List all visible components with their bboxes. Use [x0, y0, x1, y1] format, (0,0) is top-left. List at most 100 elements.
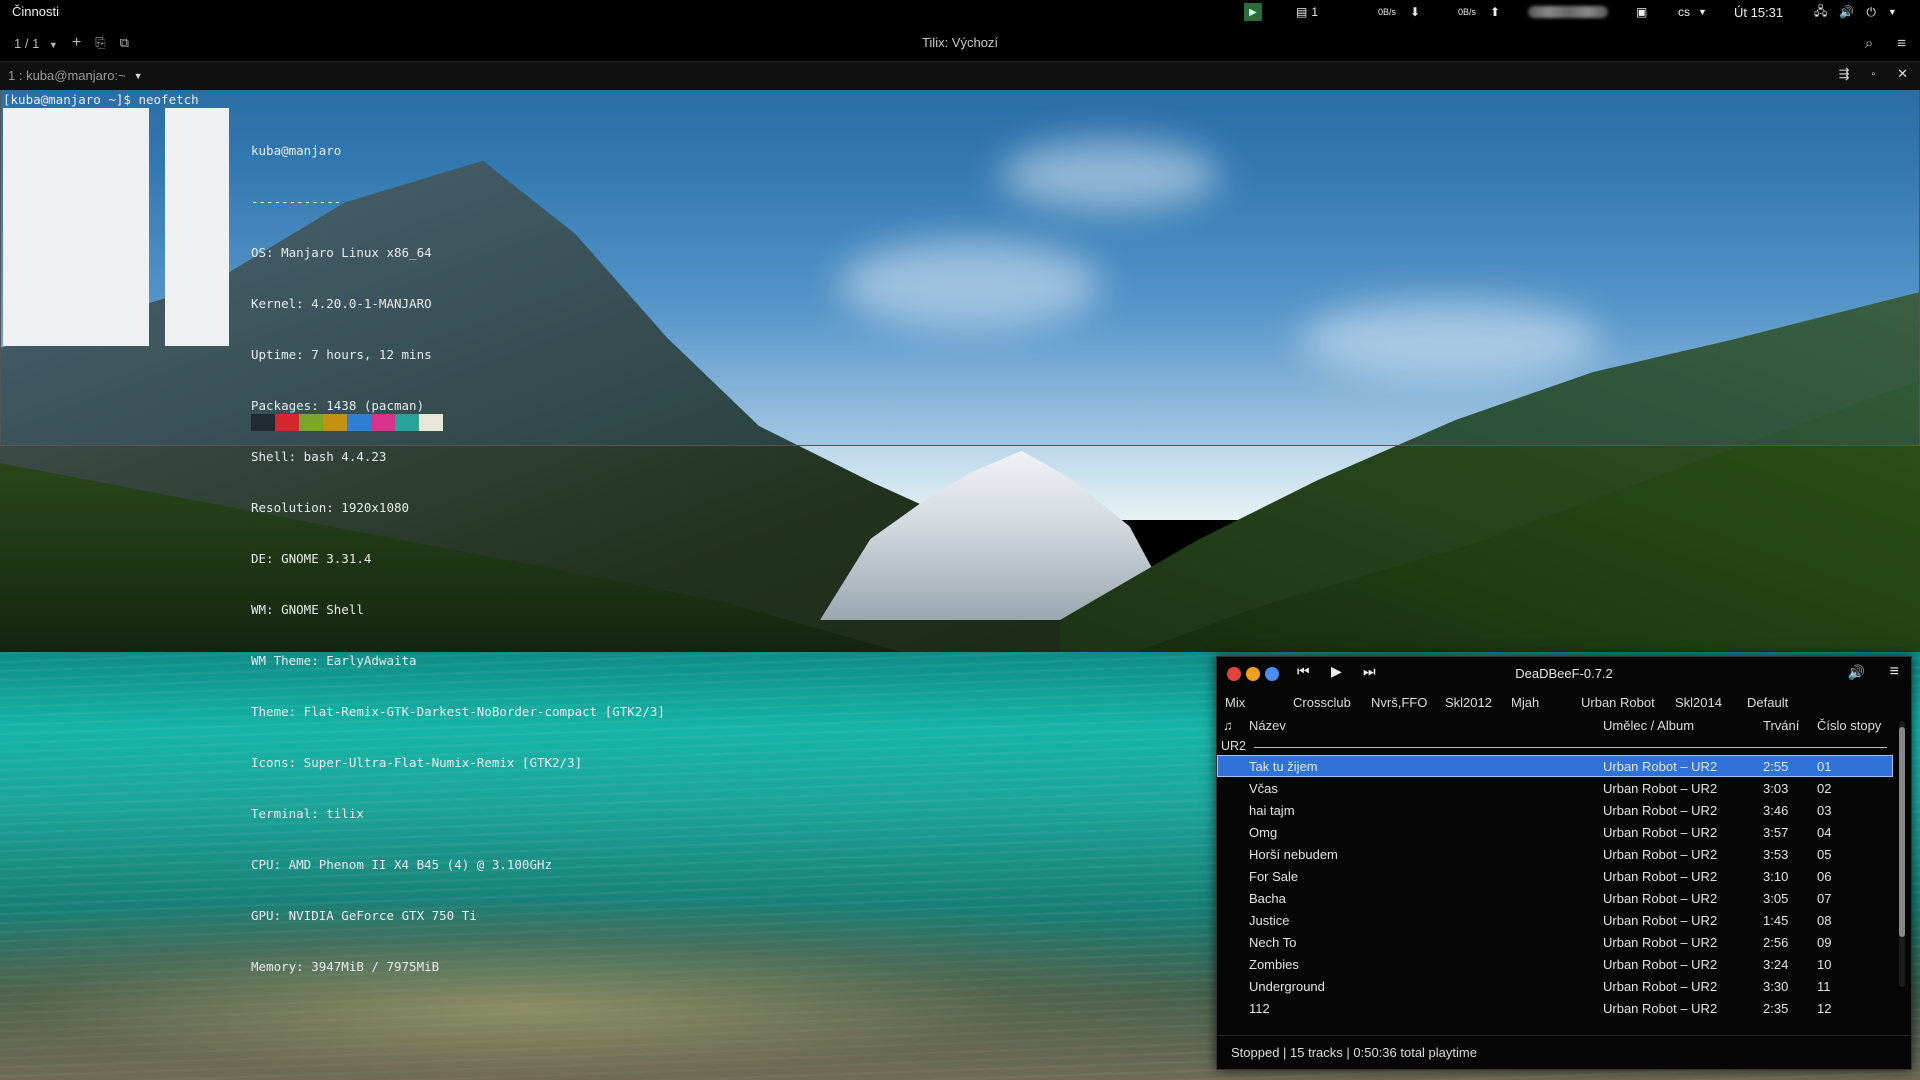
- workspace-count: 1: [1311, 5, 1319, 19]
- terminal-titlebar: 1 : kuba@manjaro:~ ▼ ⇶ ▫ ✕: [0, 62, 1920, 90]
- neofetch-line: kuba@manjaro: [251, 143, 342, 158]
- column-duration[interactable]: Trvání: [1763, 718, 1799, 733]
- track-title: For Sale: [1249, 869, 1299, 884]
- media-indicator[interactable]: ▶: [1244, 0, 1262, 24]
- neofetch-line: Kernel: 4.20.0-1-MANJARO: [251, 296, 432, 311]
- column-artist-album[interactable]: Umělec / Album: [1603, 718, 1694, 733]
- track-row[interactable]: Včas Urban Robot – UR2 3:03 02: [1217, 777, 1893, 799]
- track-title: Tak tu žijem: [1249, 759, 1318, 774]
- track-row[interactable]: Underground Urban Robot – UR2 3:30 11: [1217, 975, 1893, 997]
- maximize-icon[interactable]: ▫: [1872, 69, 1876, 80]
- add-session-icon[interactable]: +: [72, 34, 81, 52]
- track-title: Underground: [1249, 979, 1325, 994]
- player-title: DeaDBeeF-0.7.2: [1515, 666, 1613, 681]
- activities-button[interactable]: Činnosti: [12, 4, 59, 19]
- track-artist: Urban Robot – UR2: [1603, 979, 1718, 994]
- maximize-window-button[interactable]: [1265, 667, 1279, 681]
- system-menu[interactable]: 🖧 🔊 ⏻ ▼: [1814, 0, 1897, 24]
- playlist-tab[interactable]: Skl2012: [1445, 695, 1492, 710]
- clock[interactable]: Út 15:31: [1734, 0, 1783, 24]
- track-artist: Urban Robot – UR2: [1603, 803, 1718, 818]
- clipboard-icon: ▤: [1296, 5, 1308, 19]
- track-artist: Urban Robot – UR2: [1603, 869, 1718, 884]
- tilix-header-right: ⌕ ≡: [1865, 24, 1906, 62]
- keyboard-layout-menu[interactable]: cs ▼: [1678, 0, 1707, 24]
- track-number: 02: [1817, 781, 1832, 796]
- track-row[interactable]: Zombies Urban Robot – UR2 3:24 10: [1217, 953, 1893, 975]
- search-icon[interactable]: ⌕: [1865, 35, 1873, 52]
- track-row[interactable]: Tak tu žijem Urban Robot – UR2 2:55 01: [1217, 755, 1893, 777]
- track-number: 07: [1817, 891, 1832, 906]
- close-window-button[interactable]: [1227, 667, 1241, 681]
- arrow-up-icon: ⬆: [1490, 5, 1501, 19]
- player-headerbar: ⏮ ▶ ⏭ DeaDBeeF-0.7.2 🔊 ≡: [1217, 657, 1911, 689]
- track-row[interactable]: 112 Urban Robot – UR2 2:35 12: [1217, 997, 1893, 1019]
- terminal-title-menu[interactable]: 1 : kuba@manjaro:~ ▼: [8, 68, 143, 83]
- volume-icon[interactable]: 🔊: [1848, 664, 1865, 681]
- playlist-tab[interactable]: Mix: [1225, 695, 1245, 710]
- neofetch-line: ------------: [251, 194, 342, 209]
- track-number: 09: [1817, 935, 1832, 950]
- palette-swatch: [371, 414, 395, 431]
- track-row[interactable]: Nech To Urban Robot – UR2 2:56 09: [1217, 931, 1893, 953]
- session-switcher[interactable]: 1 / 1 ▼: [14, 36, 58, 51]
- track-title: Zombies: [1249, 957, 1299, 972]
- playlist-tab[interactable]: Nvrš,FFO: [1371, 695, 1427, 710]
- session-counter: 1 / 1: [14, 35, 40, 51]
- column-title[interactable]: Název: [1249, 718, 1286, 733]
- hamburger-menu-icon[interactable]: ≡: [1890, 663, 1899, 681]
- track-artist: Urban Robot – UR2: [1603, 957, 1718, 972]
- neofetch-line: GPU: NVIDIA GeForce GTX 750 Ti: [251, 908, 477, 923]
- track-duration: 2:55: [1763, 759, 1789, 774]
- track-row[interactable]: Bacha Urban Robot – UR2 3:05 07: [1217, 887, 1893, 909]
- previous-track-icon[interactable]: ⏮: [1297, 663, 1310, 680]
- track-number: 10: [1817, 957, 1832, 972]
- playlist-scrollbar[interactable]: [1899, 721, 1905, 987]
- sync-input-icon[interactable]: ⇶: [1839, 66, 1850, 82]
- playlist-tab[interactable]: Urban Robot: [1581, 695, 1655, 710]
- track-artist: Urban Robot – UR2: [1603, 1001, 1718, 1016]
- track-list: Tak tu žijem Urban Robot – UR2 2:55 01 Včas U…: [1217, 755, 1893, 1037]
- chevron-down-icon: ▼: [133, 70, 143, 81]
- workspace-indicator[interactable]: ▤ 1: [1296, 0, 1318, 24]
- close-icon[interactable]: ✕: [1897, 66, 1908, 82]
- screen-indicator[interactable]: ▣: [1636, 0, 1647, 24]
- clock-label: Út 15:31: [1734, 4, 1784, 20]
- track-duration: 3:46: [1763, 803, 1789, 818]
- hamburger-menu-icon[interactable]: ≡: [1897, 35, 1906, 52]
- track-duration: 3:57: [1763, 825, 1789, 840]
- track-number: 06: [1817, 869, 1832, 884]
- scrollbar-thumb[interactable]: [1899, 727, 1905, 937]
- split-down-icon[interactable]: ⧉: [120, 35, 129, 51]
- track-artist: Urban Robot – UR2: [1603, 759, 1718, 774]
- keyboard-layout-label: cs: [1678, 5, 1690, 19]
- track-row[interactable]: hai tajm Urban Robot – UR2 3:46 03: [1217, 799, 1893, 821]
- track-number: 12: [1817, 1001, 1832, 1016]
- playlist-tab[interactable]: Skl2014: [1675, 695, 1722, 710]
- window-controls: [1227, 667, 1279, 681]
- column-track-number[interactable]: Číslo stopy: [1817, 718, 1881, 733]
- play-icon[interactable]: ▶: [1331, 663, 1342, 680]
- column-playing[interactable]: ♫: [1223, 718, 1233, 733]
- terminal-controls: ⇶ ▫ ✕: [1839, 66, 1908, 82]
- playlist-tab[interactable]: Crossclub: [1293, 695, 1351, 710]
- track-row[interactable]: Horší nebudem Urban Robot – UR2 3:53 05: [1217, 843, 1893, 865]
- shell-prompt: [kuba@manjaro ~]$ neofetch: [3, 92, 199, 107]
- neofetch-line: Shell: bash 4.4.23: [251, 449, 387, 464]
- palette-swatch: [419, 414, 443, 431]
- track-duration: 2:35: [1763, 1001, 1789, 1016]
- group-divider: [1254, 746, 1887, 748]
- track-artist: Urban Robot – UR2: [1603, 825, 1718, 840]
- split-right-icon[interactable]: ⎘: [95, 35, 105, 51]
- track-row[interactable]: Justice Urban Robot – UR2 1:45 08: [1217, 909, 1893, 931]
- playlist-tab[interactable]: Mjah: [1511, 695, 1539, 710]
- playlist-tab[interactable]: Default: [1747, 695, 1788, 710]
- next-track-icon[interactable]: ⏭: [1363, 663, 1376, 680]
- track-row[interactable]: Omg Urban Robot – UR2 3:57 04: [1217, 821, 1893, 843]
- track-number: 03: [1817, 803, 1832, 818]
- palette-swatch: [347, 414, 371, 431]
- terminal-area[interactable]: [kuba@manjaro ~]$ neofetch kuba@manjaro …: [0, 90, 1920, 974]
- arrow-down-icon: ⬇: [1410, 5, 1421, 19]
- track-row[interactable]: For Sale Urban Robot – UR2 3:10 06: [1217, 865, 1893, 887]
- minimize-window-button[interactable]: [1246, 667, 1260, 681]
